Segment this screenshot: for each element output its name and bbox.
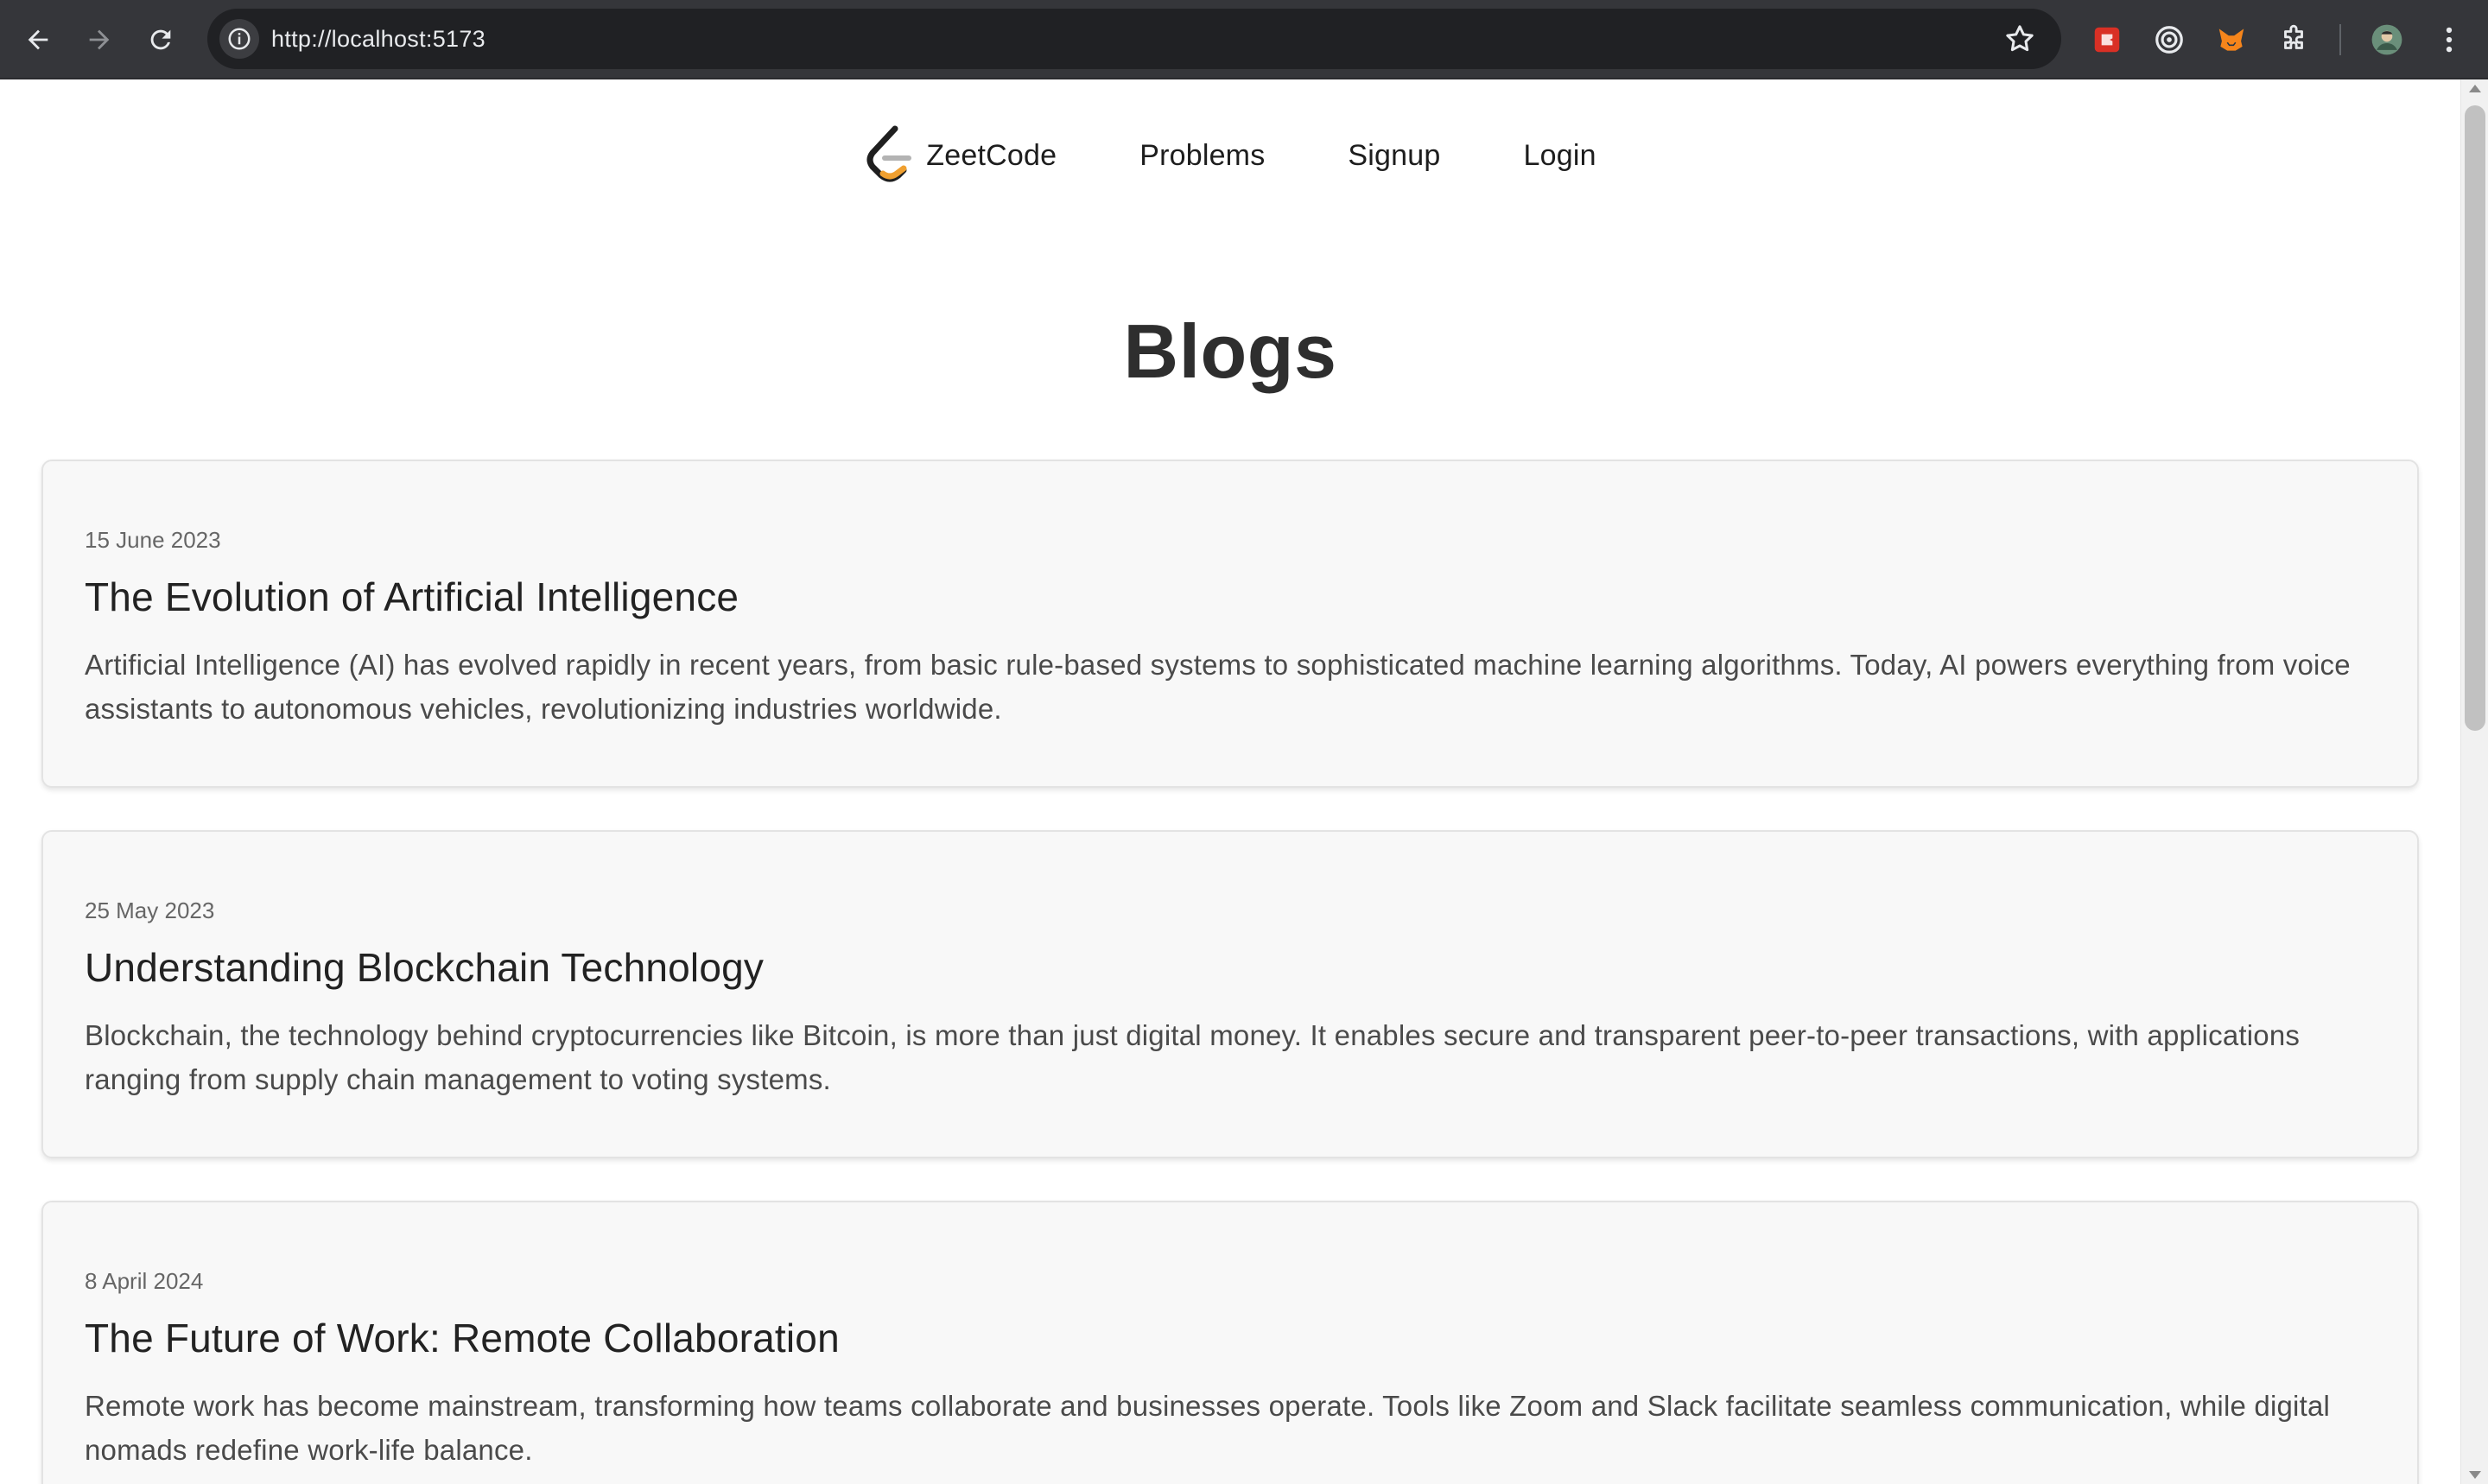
blog-card[interactable]: 8 April 2024 The Future of Work: Remote …: [41, 1201, 2419, 1484]
extension-button-3[interactable]: [2210, 18, 2253, 61]
extension-red-icon: [2094, 27, 2120, 53]
toolbar-separator: [2339, 24, 2341, 55]
forward-icon: [89, 29, 110, 50]
reload-button[interactable]: [138, 17, 183, 62]
blog-date: 25 May 2023: [85, 897, 215, 923]
extension-puzzle-icon: [2284, 24, 2303, 49]
address-bar[interactable]: http://localhost:5173: [207, 9, 2061, 69]
blog-excerpt: Artificial Intelligence (AI) has evolved…: [85, 649, 2351, 725]
forward-button[interactable]: [77, 17, 122, 62]
browser-menu-button[interactable]: [2428, 18, 2471, 61]
blog-title[interactable]: The Future of Work: Remote Collaboration: [85, 1315, 840, 1361]
nav-link-signup[interactable]: Signup: [1348, 139, 1440, 173]
profile-avatar-icon: [2371, 24, 2402, 55]
site-navbar: ZeetCode Problems Signup Login: [0, 114, 2460, 197]
brand-logo-link[interactable]: ZeetCode: [864, 125, 1057, 186]
blog-card[interactable]: 25 May 2023 Understanding Blockchain Tec…: [41, 830, 2419, 1158]
reload-icon: [150, 29, 171, 50]
extension-button-2[interactable]: [2148, 18, 2191, 61]
page-title: Blogs: [1123, 308, 1337, 394]
brand-logo-icon: [866, 125, 912, 182]
extension-target-icon: [2155, 26, 2183, 54]
site-info-icon: [228, 28, 251, 50]
bookmark-star-icon[interactable]: [2002, 22, 2037, 56]
vertical-scrollbar[interactable]: [2460, 79, 2488, 1484]
blog-title[interactable]: The Evolution of Artificial Intelligence: [85, 574, 739, 620]
browser-toolbar: http://localhost:5173: [0, 0, 2488, 79]
extension-fox-icon: [2218, 29, 2244, 51]
blog-date: 15 June 2023: [85, 527, 221, 553]
blog-excerpt: Blockchain, the technology behind crypto…: [85, 1019, 2301, 1095]
extensions-menu-button[interactable]: [2272, 18, 2315, 61]
menu-icon: [2446, 27, 2453, 53]
site-info-button[interactable]: [219, 19, 259, 59]
profile-button[interactable]: [2365, 18, 2409, 61]
url-text[interactable]: http://localhost:5173: [271, 9, 486, 69]
nav-link-problems[interactable]: Problems: [1139, 139, 1265, 173]
blog-excerpt: Remote work has become mainstream, trans…: [85, 1390, 2331, 1466]
extension-button-1[interactable]: [2085, 18, 2129, 61]
scrollbar-thumb[interactable]: [2465, 105, 2485, 731]
nav-link-login[interactable]: Login: [1524, 139, 1596, 173]
blog-date: 8 April 2024: [85, 1268, 204, 1294]
blog-title[interactable]: Understanding Blockchain Technology: [85, 944, 764, 991]
page-viewport: ZeetCode Problems Signup Login Blogs 15 …: [0, 79, 2460, 1484]
blog-card[interactable]: 15 June 2023 The Evolution of Artificial…: [41, 460, 2419, 788]
back-icon: [28, 29, 48, 50]
scroll-up-arrow-icon[interactable]: [2469, 85, 2481, 92]
scroll-down-arrow-icon[interactable]: [2469, 1471, 2481, 1479]
brand-name[interactable]: ZeetCode: [926, 139, 1057, 173]
back-button[interactable]: [16, 17, 60, 62]
